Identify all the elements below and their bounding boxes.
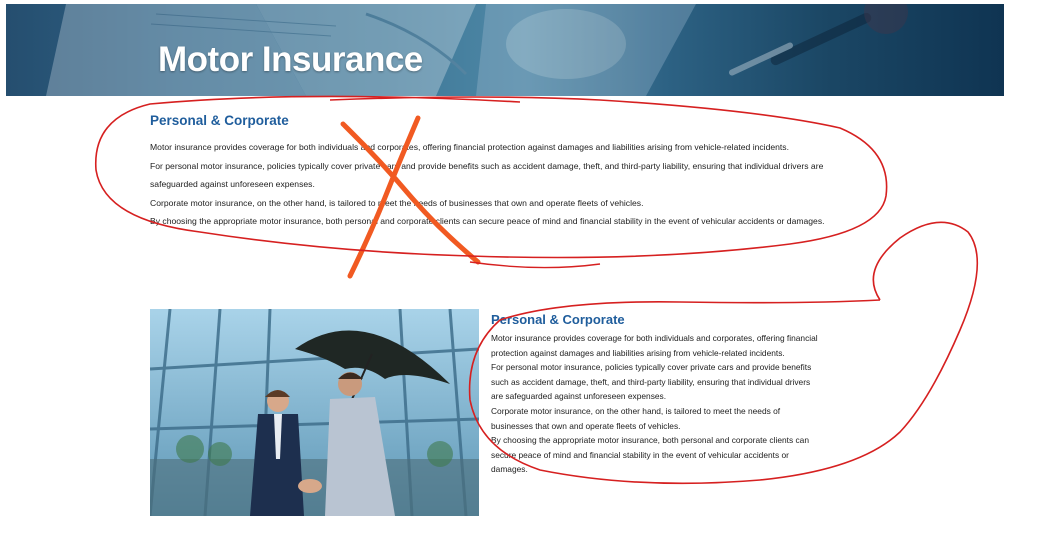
- paragraph-line: Corporate motor insurance, on the other …: [491, 405, 781, 431]
- image-text-section: Personal & Corporate Motor insurance pro…: [491, 312, 821, 477]
- paragraph-line: Motor insurance provides coverage for bo…: [491, 333, 818, 358]
- hero-background-image: [46, 4, 908, 96]
- paragraph-line: Corporate motor insurance, on the other …: [150, 197, 644, 208]
- section-heading: Personal & Corporate: [150, 113, 289, 128]
- text-section: Personal & Corporate Motor insurance pro…: [150, 113, 830, 231]
- section-heading: Personal & Corporate: [491, 312, 625, 327]
- paragraph-line: For personal motor insurance, policies t…: [491, 362, 812, 402]
- page-title: Motor Insurance: [158, 40, 423, 79]
- handshake-photo: [150, 309, 479, 516]
- paragraph-line: Motor insurance provides coverage for bo…: [150, 142, 789, 152]
- paragraph-line: For personal motor insurance, policies t…: [150, 160, 824, 190]
- paragraph-line: By choosing the appropriate motor insura…: [150, 216, 825, 227]
- paragraph-line: By choosing the appropriate motor insura…: [491, 435, 809, 475]
- hero-banner: Motor Insurance: [6, 4, 1004, 96]
